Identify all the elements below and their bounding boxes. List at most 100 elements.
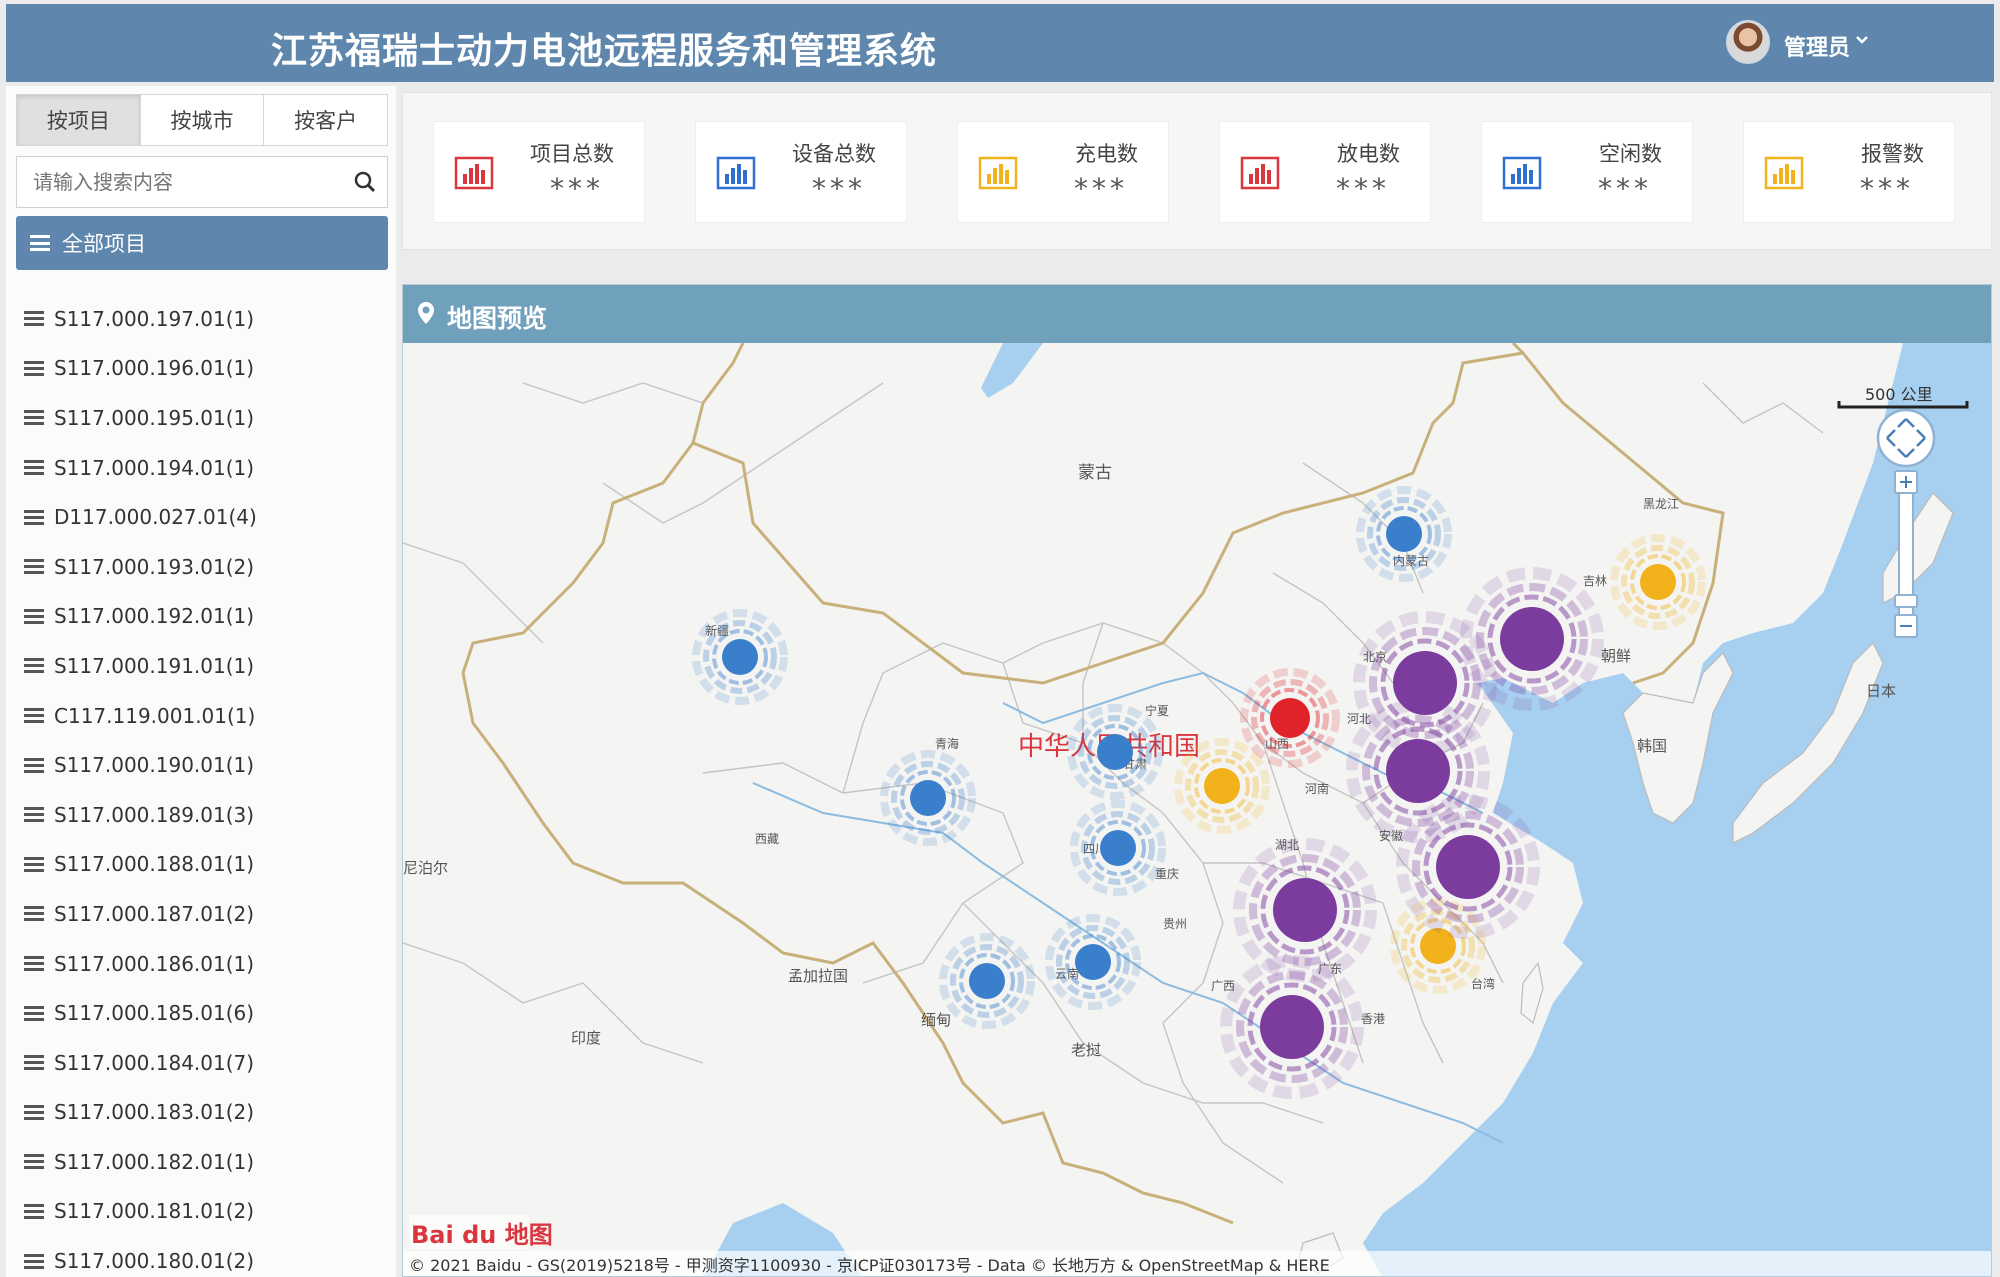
project-id: S117.000.184.01(7)	[54, 1050, 255, 1075]
list-icon	[24, 360, 44, 376]
stat-value: ***	[1598, 172, 1652, 205]
sidebar: 按项目 按城市 按客户 全部项目 S117.000.197.01(1) S117.…	[6, 86, 396, 1277]
map-header: 地图预览	[403, 285, 1991, 343]
list-icon	[24, 956, 44, 972]
project-id: S117.000.194.01(1)	[54, 455, 255, 480]
scale-label: 500 公里	[1865, 385, 1933, 404]
bar-chart-icon	[454, 156, 494, 190]
map-label: 西藏	[755, 832, 779, 846]
bar-chart-icon	[1240, 156, 1280, 190]
map-label: 贵州	[1163, 917, 1187, 931]
project-list-item[interactable]: S117.000.185.01(6)	[24, 988, 384, 1038]
user-menu-label[interactable]: 管理员	[1784, 30, 1850, 62]
project-list-item[interactable]: S117.000.196.01(1)	[24, 344, 384, 394]
project-list-item[interactable]: S117.000.195.01(1)	[24, 393, 384, 443]
baidu-logo: Bai du 地图	[409, 1215, 553, 1249]
map-label: 青海	[935, 736, 959, 751]
stat-value: ***	[1336, 172, 1390, 205]
list-icon	[24, 757, 44, 773]
stat-card: 放电数 ***	[1219, 121, 1431, 223]
project-list-item[interactable]: D117.000.027.01(4)	[24, 492, 384, 542]
project-list-item[interactable]: S117.000.180.01(2)	[24, 1236, 384, 1277]
project-list-item[interactable]: S117.000.190.01(1)	[24, 740, 384, 790]
tab-by-project[interactable]: 按项目	[17, 95, 141, 145]
stat-card: 充电数 ***	[957, 121, 1169, 223]
project-list-item[interactable]: S117.000.194.01(1)	[24, 443, 384, 493]
project-list-item[interactable]: C117.119.001.01(1)	[24, 691, 384, 741]
project-list-item[interactable]: S117.000.186.01(1)	[24, 939, 384, 989]
map-label: 蒙古	[1078, 463, 1112, 483]
map-canvas[interactable]: 蒙古 内蒙古 黑龙江 吉林 新疆 青海 甘肃 宁夏 山西 河北 北京 河南 西藏…	[403, 343, 1992, 1277]
map-label: 印度	[571, 1029, 601, 1047]
chevron-down-icon[interactable]	[1854, 32, 1870, 48]
project-list-item[interactable]: S117.000.197.01(1)	[24, 294, 384, 344]
map-label: 韩国	[1637, 737, 1667, 755]
project-list-item[interactable]: S117.000.184.01(7)	[24, 1038, 384, 1088]
tab-by-city[interactable]: 按城市	[141, 95, 265, 145]
stat-label: 项目总数	[530, 142, 614, 166]
list-icon	[24, 1253, 44, 1269]
user-avatar[interactable]	[1726, 20, 1770, 64]
stat-value: ***	[1860, 172, 1914, 205]
map-label: 日本	[1866, 682, 1896, 700]
map-label: 黑龙江	[1643, 497, 1679, 511]
stat-label: 报警数	[1861, 142, 1924, 166]
project-list-item[interactable]: S117.000.191.01(1)	[24, 641, 384, 691]
list-icon	[24, 708, 44, 724]
map-label: 宁夏	[1145, 703, 1169, 718]
project-id: D117.000.027.01(4)	[54, 505, 257, 530]
project-id: S117.000.187.01(2)	[54, 901, 255, 926]
project-id: S117.000.188.01(1)	[54, 852, 255, 877]
project-id: S117.000.196.01(1)	[54, 356, 255, 381]
menu-icon	[30, 235, 50, 251]
stat-label: 设备总数	[792, 142, 876, 166]
bar-chart-icon	[716, 156, 756, 190]
map-label: 尼泊尔	[403, 859, 448, 877]
map-label: 吉林	[1583, 574, 1607, 588]
project-list-item[interactable]: S117.000.187.01(2)	[24, 889, 384, 939]
tab-by-customer[interactable]: 按客户	[264, 95, 387, 145]
project-list-item[interactable]: S117.000.192.01(1)	[24, 592, 384, 642]
map-label: 朝鲜	[1601, 647, 1631, 665]
list-icon	[24, 410, 44, 426]
stat-label: 放电数	[1337, 142, 1400, 166]
project-list-item[interactable]: S117.000.193.01(2)	[24, 542, 384, 592]
app-title: 江苏福瑞士动力电池远程服务和管理系统	[271, 31, 938, 72]
project-list-item[interactable]: S117.000.189.01(3)	[24, 790, 384, 840]
list-icon	[24, 1005, 44, 1021]
stat-value: ***	[1074, 172, 1128, 205]
project-id: S117.000.189.01(3)	[54, 802, 255, 827]
list-icon	[24, 658, 44, 674]
filter-tabs: 按项目 按城市 按客户	[16, 94, 388, 146]
map-nav-control[interactable]	[1876, 408, 1936, 468]
project-list-item[interactable]: S117.000.183.01(2)	[24, 1088, 384, 1138]
project-id: S117.000.181.01(2)	[54, 1199, 255, 1224]
stat-card: 项目总数 ***	[433, 121, 645, 223]
map-attribution: © 2021 Baidu - GS(2019)5218号 - 甲测资字11009…	[409, 1256, 1330, 1275]
list-icon	[24, 906, 44, 922]
project-id: S117.000.185.01(6)	[54, 1001, 255, 1026]
project-list-item[interactable]: S117.000.181.01(2)	[24, 1187, 384, 1237]
zoom-handle	[1894, 594, 1918, 608]
map-label: 老挝	[1071, 1041, 1101, 1059]
search-input[interactable]	[17, 157, 337, 207]
list-icon	[24, 608, 44, 624]
stat-card: 空闲数 ***	[1481, 121, 1693, 223]
map-pin-icon	[418, 302, 434, 324]
map-label: 河南	[1305, 781, 1329, 796]
project-id: S117.000.183.01(2)	[54, 1100, 255, 1125]
baidu-logo-text: Bai du 地图	[411, 1221, 553, 1249]
project-list-item[interactable]: S117.000.182.01(1)	[24, 1137, 384, 1187]
stat-card: 报警数 ***	[1743, 121, 1955, 223]
project-id: S117.000.197.01(1)	[54, 306, 255, 331]
list-icon	[24, 1203, 44, 1219]
app-header: 江苏福瑞士动力电池远程服务和管理系统 管理员	[6, 4, 1994, 82]
zoom-slider[interactable]	[1894, 470, 1918, 638]
map-panel: 地图预览 蒙古 黑龙江 吉林 新疆 青海 甘肃 宁夏 河北 北京 河南 西藏 四…	[402, 284, 1992, 1277]
list-icon	[24, 311, 44, 327]
search-icon[interactable]	[353, 170, 377, 194]
all-projects-button[interactable]: 全部项目	[16, 216, 388, 270]
project-list-item[interactable]: S117.000.188.01(1)	[24, 840, 384, 890]
stat-card: 设备总数 ***	[695, 121, 907, 223]
list-icon	[24, 460, 44, 476]
